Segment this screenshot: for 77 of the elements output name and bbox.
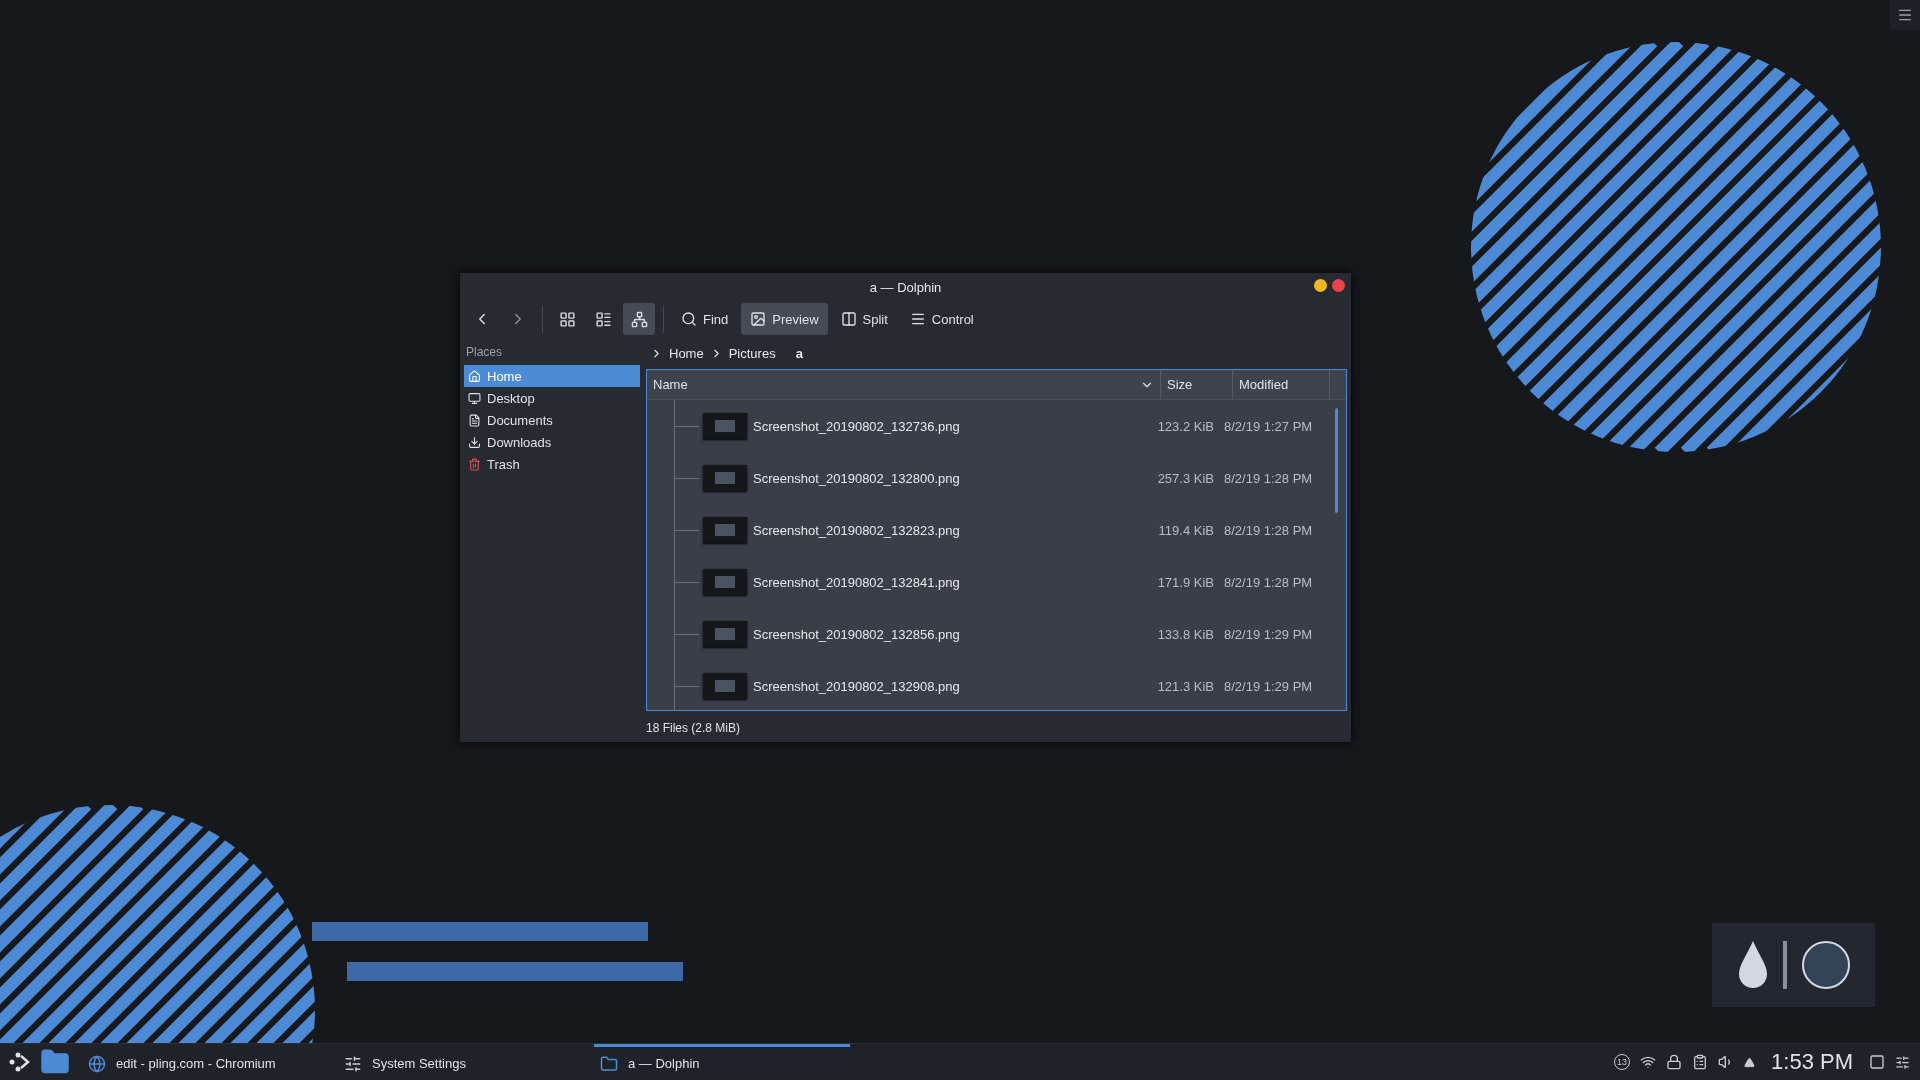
view-mode-button[interactable] (623, 303, 655, 335)
thumbnail-preview (703, 569, 747, 595)
lock-icon[interactable] (1666, 1054, 1683, 1070)
file-name[interactable]: Screenshot_20190802_132841.png (753, 574, 1136, 590)
file-modified: 8/2/19 1:29 PM (1223, 626, 1314, 642)
task-button[interactable]: System Settings (338, 1044, 594, 1080)
places-item[interactable]: Home (464, 365, 640, 387)
image-icon (750, 311, 767, 327)
window-title: a — Dolphin (869, 279, 942, 295)
thumbnail-preview (703, 413, 747, 439)
places-item[interactable]: Downloads (464, 431, 640, 453)
hierarchy-icon (630, 310, 648, 328)
file-name[interactable]: Screenshot_20190802_132908.png (753, 678, 1136, 694)
document-icon (468, 413, 481, 427)
launcher-icon[interactable] (8, 1050, 32, 1074)
file-modified: 8/2/19 1:27 PM (1223, 418, 1314, 434)
scrollbar[interactable] (1335, 408, 1338, 513)
file-name[interactable]: Screenshot_20190802_132856.png (753, 626, 1136, 642)
file-modified: 8/2/19 1:28 PM (1223, 574, 1314, 590)
column-header[interactable]: Modified (1233, 370, 1330, 399)
thumbnail-preview (703, 517, 747, 543)
breadcrumb-link[interactable]: a (795, 345, 803, 361)
search-icon (681, 311, 697, 327)
grid-icon (558, 310, 576, 328)
globe-icon (88, 1054, 106, 1073)
split-button[interactable]: Split (831, 303, 897, 335)
file-modified: 8/2/19 1:28 PM (1223, 470, 1314, 486)
places-item[interactable]: Trash (464, 453, 640, 475)
close-button[interactable] (1332, 279, 1345, 292)
settings-icon[interactable] (1895, 1054, 1910, 1070)
home-icon (468, 369, 481, 383)
minimize-button[interactable] (1314, 279, 1327, 292)
file-size: 171.9 KiB (1156, 574, 1214, 590)
wifi-icon[interactable] (1640, 1054, 1657, 1070)
file-name[interactable]: Screenshot_20190802_132823.png (753, 522, 1136, 538)
file-modified: 8/2/19 1:29 PM (1223, 678, 1314, 694)
columns-icon (840, 311, 857, 327)
sliders-icon (344, 1054, 362, 1073)
find-button[interactable]: Find (672, 303, 738, 335)
file-name[interactable]: Screenshot_20190802_132800.png (753, 470, 1136, 486)
file-modified: 8/2/19 1:28 PM (1223, 522, 1314, 538)
task-button[interactable]: a — Dolphin (594, 1044, 850, 1080)
preview-button[interactable]: Preview (741, 303, 828, 335)
clipboard-icon[interactable] (1692, 1054, 1709, 1070)
file-name[interactable]: Screenshot_20190802_132736.png (753, 418, 1136, 434)
status-text: 18 Files (2.8 MiB) (646, 720, 742, 735)
breadcrumb-link[interactable]: Home (669, 345, 704, 361)
download-icon (468, 435, 481, 449)
folder-icon (600, 1054, 618, 1073)
column-header[interactable]: Name (647, 370, 1161, 399)
thumbnail-preview (703, 621, 747, 647)
monitor-icon (468, 391, 481, 405)
clock[interactable]: 1:53 PM (1771, 1049, 1853, 1075)
breadcrumb-link[interactable]: Pictures (728, 345, 776, 361)
list-icon (594, 310, 612, 328)
file-size: 133.8 KiB (1156, 626, 1214, 642)
trash-icon (468, 457, 481, 471)
menu-button[interactable] (1890, 0, 1920, 30)
places-item[interactable]: Documents (464, 409, 640, 431)
divider-bar (1782, 941, 1787, 989)
expand-icon[interactable] (1744, 1056, 1756, 1068)
droplet-icon (1736, 941, 1769, 989)
menu-icon (1897, 7, 1913, 23)
circle-icon (1800, 940, 1851, 990)
menu-icon (909, 311, 926, 327)
file-size: 119.4 KiB (1157, 522, 1214, 538)
column-header[interactable]: Size (1161, 370, 1233, 399)
control-button[interactable]: Control (900, 303, 983, 335)
thumbnail-preview (703, 673, 747, 699)
places-heading: Places (465, 344, 504, 361)
file-size: 121.3 KiB (1156, 678, 1214, 694)
task-button[interactable]: edit - pling.com - Chromium (82, 1044, 338, 1080)
file-size: 123.2 KiB (1156, 418, 1214, 434)
thumbnail-preview (703, 465, 747, 491)
places-item[interactable]: Desktop (464, 387, 640, 409)
file-size: 257.3 KiB (1156, 470, 1214, 486)
show-desktop-icon[interactable] (1869, 1054, 1885, 1070)
